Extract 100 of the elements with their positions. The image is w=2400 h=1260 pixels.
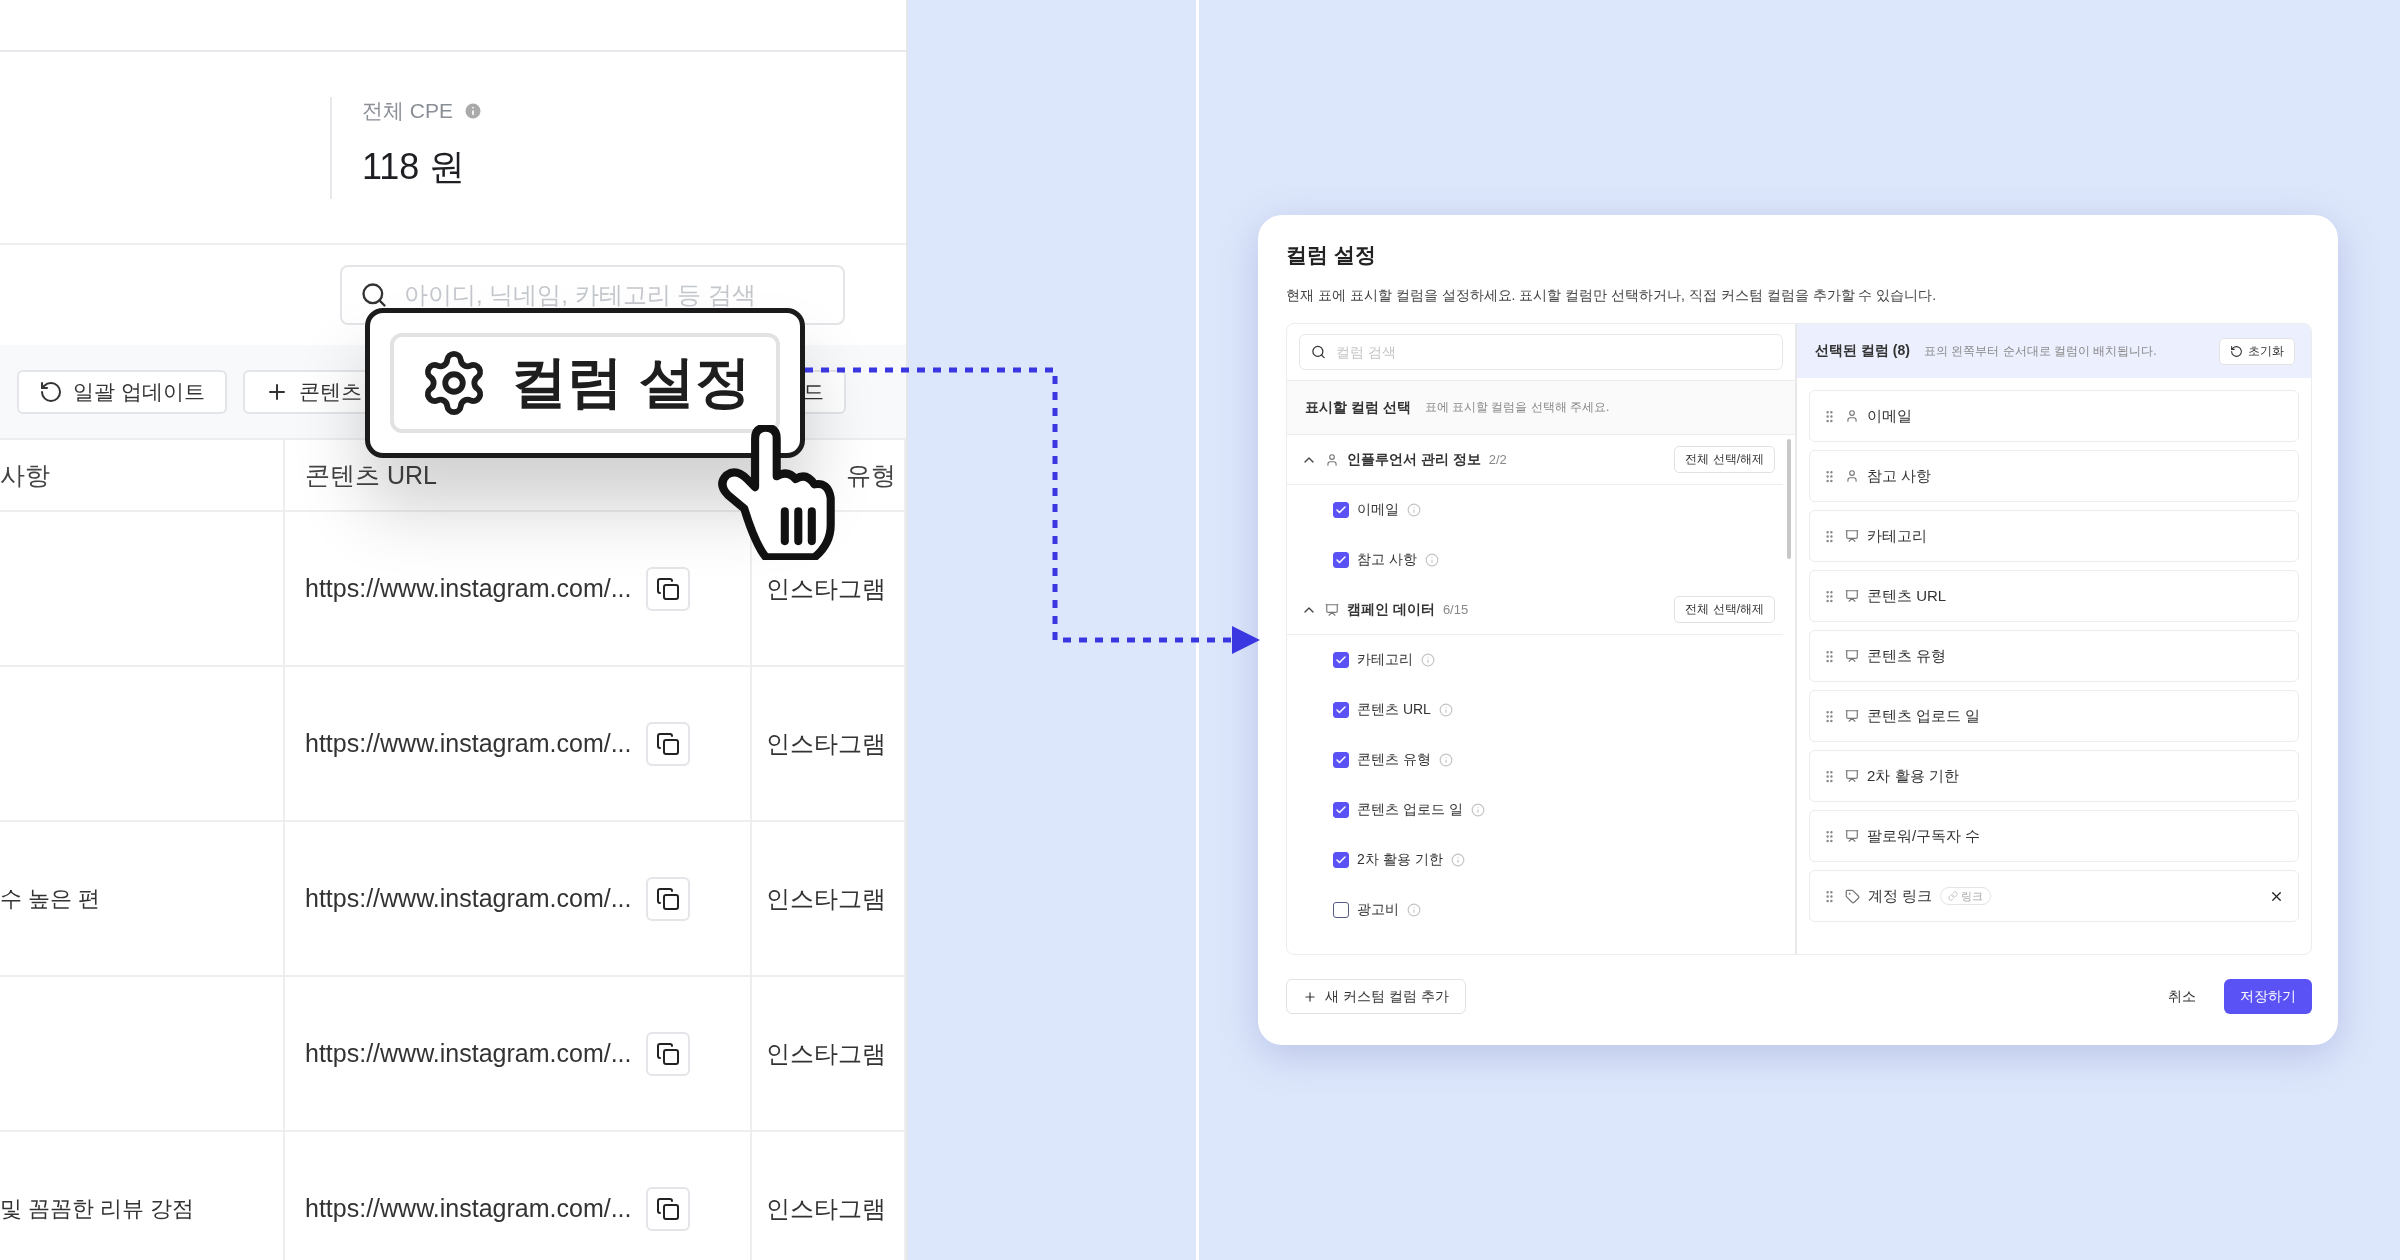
table-cell-text: 인스타그램 — [766, 883, 886, 914]
column-label: 카테고리 — [1357, 651, 1413, 669]
selected-column-card[interactable]: 이메일 — [1809, 390, 2299, 442]
selected-column-card[interactable]: 콘텐츠 유형 — [1809, 630, 2299, 682]
column-label: 콘텐츠 유형 — [1357, 751, 1431, 769]
selected-column-card[interactable]: 2차 활용 기한 — [1809, 750, 2299, 802]
info-icon — [1407, 903, 1421, 917]
info-icon — [1438, 703, 1453, 717]
table-cell-text: 및 꼼꼼한 리뷰 강점 — [0, 1194, 195, 1223]
save-button[interactable]: 저장하기 — [2224, 979, 2312, 1014]
selected-column-card[interactable]: 카테고리 — [1809, 510, 2299, 562]
column-search-field[interactable]: 컬럼 검색 — [1299, 334, 1783, 370]
section-hint: 표의 왼쪽부터 순서대로 컬럼이 배치됩니다. — [1923, 342, 2157, 360]
info-icon — [1421, 653, 1435, 667]
copy-button[interactable] — [645, 566, 690, 611]
column-label: 이메일 — [1867, 406, 1912, 426]
url-cell: https://www.instagram.com/... — [305, 574, 632, 603]
add-column-button[interactable]: 새 커스텀 컬럼 추가 — [1286, 979, 1466, 1014]
check-icon — [1335, 704, 1347, 716]
url-cell: https://www.instagram.com/... — [305, 729, 632, 758]
link-icon — [1948, 891, 1959, 901]
person-icon — [1845, 469, 1859, 483]
copy-icon — [655, 576, 680, 601]
info-icon — [1438, 753, 1453, 767]
column-label: 참고 사항 — [1867, 466, 1932, 486]
url-cell: https://www.instagram.com/... — [305, 1039, 632, 1068]
section-hint: 표에 표시할 컬럼을 선택해 주세요. — [1424, 399, 1610, 416]
info-icon — [1470, 803, 1485, 817]
checkbox[interactable] — [1333, 552, 1349, 568]
copy-button[interactable] — [645, 876, 690, 921]
group-count: 2/2 — [1488, 452, 1507, 467]
checkbox[interactable] — [1333, 902, 1349, 918]
check-icon — [1335, 854, 1347, 866]
monitor-icon — [1845, 709, 1859, 723]
column-label: 2차 활용 기한 — [1867, 766, 1959, 786]
monitor-icon — [1845, 589, 1859, 603]
checkbox[interactable] — [1333, 702, 1349, 718]
table-cell-text: 인스타그램 — [766, 573, 886, 604]
checkbox[interactable] — [1333, 652, 1349, 668]
selected-column-card[interactable]: 참고 사항 — [1809, 450, 2299, 502]
tag-icon — [1845, 888, 1860, 904]
checkbox[interactable] — [1333, 802, 1349, 818]
copy-button[interactable] — [645, 1186, 690, 1231]
column-label: 광고비 — [1357, 901, 1399, 919]
selected-column-card[interactable]: 콘텐츠 업로드 일 — [1809, 690, 2299, 742]
column-label: 참고 사항 — [1357, 551, 1417, 569]
info-icon — [463, 100, 483, 121]
reset-button[interactable]: 초기화 — [2219, 337, 2295, 365]
url-cell: https://www.instagram.com/... — [305, 1194, 632, 1223]
column-label: 콘텐츠 업로드 일 — [1357, 801, 1463, 819]
selected-column-card[interactable]: 팔로워/구독자 수 — [1809, 810, 2299, 862]
checkbox[interactable] — [1333, 852, 1349, 868]
copy-button[interactable] — [645, 721, 690, 766]
monitor-icon — [1845, 829, 1859, 843]
column-label: 팔로워/구독자 수 — [1867, 826, 1981, 846]
column-label: 콘텐츠 업로드 일 — [1867, 706, 1981, 726]
column-label: 카테고리 — [1867, 526, 1927, 546]
column-settings-button[interactable]: 컬럼 설정 — [390, 333, 780, 433]
selected-column-card[interactable]: 콘텐츠 URL — [1809, 570, 2299, 622]
select-all-button[interactable]: 전체 선택/해제 — [1674, 446, 1775, 473]
group-title: 캠페인 데이터 — [1347, 600, 1435, 619]
info-icon — [1450, 853, 1465, 867]
checkbox[interactable] — [1333, 752, 1349, 768]
group-count: 6/15 — [1442, 602, 1469, 617]
column-label: 이메일 — [1357, 501, 1399, 519]
select-all-button[interactable]: 전체 선택/해제 — [1674, 596, 1775, 623]
column-header: 유형 — [846, 459, 896, 491]
column-header: 콘텐츠 URL — [305, 459, 437, 491]
person-icon — [1325, 452, 1339, 467]
dialog-title: 컬럼 설정 — [1286, 242, 1377, 268]
check-icon — [1335, 554, 1347, 566]
copy-icon — [655, 1041, 680, 1066]
monitor-icon — [1325, 602, 1339, 617]
selected-column-card[interactable]: 계정 링크 링크 — [1809, 870, 2299, 922]
refresh-icon — [39, 379, 63, 404]
section-title: 표시할 컬럼 선택 — [1305, 398, 1411, 417]
dialog-description: 현재 표에 표시할 컬럼을 설정하세요. 표시할 컬럼만 선택하거나, 직접 커스텀 컬럼을 추가할 수 있습니다. — [1286, 287, 1938, 305]
stat-label: 전체 CPE — [362, 97, 453, 124]
column-label: 콘텐츠 URL — [1357, 701, 1431, 719]
copy-icon — [655, 731, 680, 756]
column-label: 2차 활용 기한 — [1357, 851, 1443, 869]
copy-button[interactable] — [645, 1031, 690, 1076]
monitor-icon — [1845, 769, 1859, 783]
check-icon — [1335, 804, 1347, 816]
checkbox[interactable] — [1333, 502, 1349, 518]
stat-value: 118 원 — [362, 144, 467, 189]
check-icon — [1335, 754, 1347, 766]
search-icon — [360, 281, 388, 309]
check-icon — [1335, 504, 1347, 516]
column-label: 계정 링크 — [1868, 886, 1933, 906]
search-icon — [1311, 344, 1326, 360]
group-title: 인플루언서 관리 정보 — [1347, 450, 1481, 469]
info-icon — [1407, 503, 1421, 517]
section-title: 선택된 컬럼 (8) — [1815, 342, 1910, 360]
copy-icon — [655, 1196, 680, 1221]
column-header: 사항 — [0, 459, 50, 491]
monitor-icon — [1845, 529, 1859, 543]
check-icon — [1335, 654, 1347, 666]
toolbar-button[interactable]: 일괄 업데이트 — [17, 369, 227, 414]
copy-icon — [655, 886, 680, 911]
